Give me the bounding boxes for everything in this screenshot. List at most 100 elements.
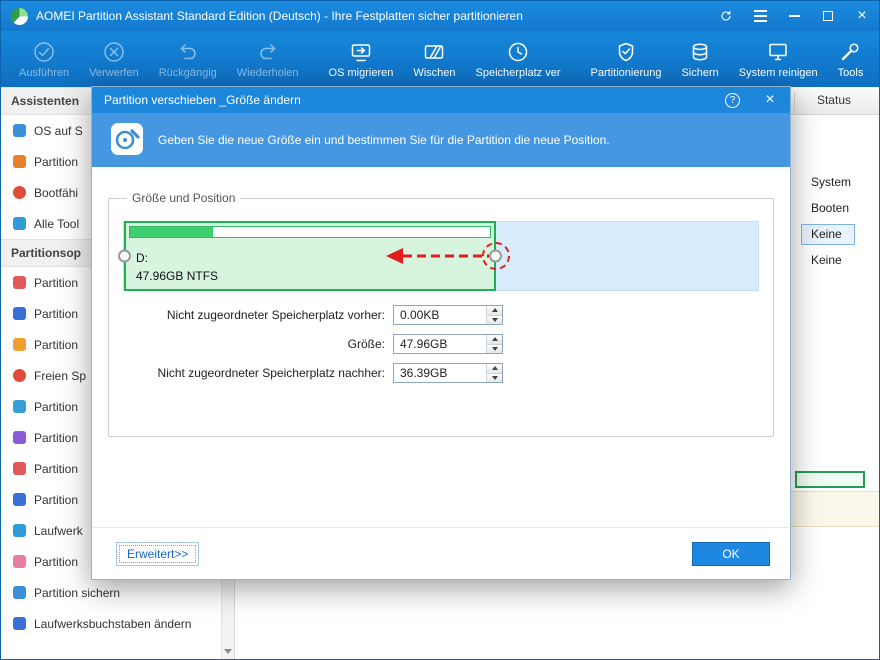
spin-down-button[interactable] — [487, 314, 502, 324]
spin-down-button[interactable] — [487, 372, 502, 382]
drag-target-ring-icon — [482, 242, 511, 270]
form-row: Nicht zugeordneter Speicherplatz nachher… — [121, 363, 761, 383]
partition-size-input[interactable]: 47.96GB — [393, 334, 503, 354]
dialog-close-button[interactable]: × — [756, 91, 784, 109]
groupbox-title: Größe und Position — [132, 191, 236, 205]
toolbar-label: Verwerfen — [89, 66, 139, 79]
scroll-down-icon[interactable] — [224, 649, 232, 654]
unallocated-before-input[interactable]: 0.00KB — [393, 305, 503, 325]
window-title: AOMEI Partition Assistant Standard Editi… — [36, 9, 523, 23]
undo-button[interactable]: Rückgängig — [149, 31, 227, 87]
ok-button[interactable]: OK — [692, 541, 770, 566]
form-row: Größe: 47.96GB — [121, 334, 761, 354]
partition-track: D: 47.96GB NTFS — [118, 221, 759, 291]
status-value: Keine — [811, 253, 842, 267]
input-value: 0.00KB — [400, 308, 440, 322]
sidebar-item-label: Partition — [34, 275, 79, 290]
wrench-icon — [842, 42, 860, 60]
form-row: Nicht zugeordneter Speicherplatz vorher:… — [121, 305, 761, 325]
toolbar-label: System reinigen — [738, 66, 818, 79]
backup-partition-icon — [13, 586, 26, 599]
sidebar-item-label: Partition — [34, 461, 79, 476]
database-icon — [692, 42, 708, 60]
migrate-os-button[interactable]: OS migrieren — [319, 31, 404, 87]
spin-up-button[interactable] — [487, 306, 502, 315]
status-value: Keine — [801, 224, 855, 245]
partition-d-block[interactable]: D: 47.96GB NTFS — [118, 221, 511, 291]
drive-letter-icon — [13, 617, 26, 630]
spin-up-button[interactable] — [487, 364, 502, 373]
unallocated-after-input[interactable]: 36.39GB — [393, 363, 503, 383]
dialog-header: Geben Sie die neue Größe ein und bestimm… — [92, 113, 790, 167]
tools-button[interactable]: Tools — [828, 31, 874, 87]
sidebar-item[interactable]: Partition sichern — [1, 577, 234, 608]
x-circle-icon — [104, 41, 124, 62]
clock-icon — [508, 42, 528, 61]
sidebar-item-label: Partition — [34, 430, 79, 445]
field-label: Größe: — [347, 337, 385, 351]
partition-name: D: — [136, 251, 148, 265]
minimize-button[interactable] — [777, 1, 811, 31]
wipe-disk-icon — [425, 44, 444, 59]
sidebar-item-label: Freien Sp — [34, 368, 87, 383]
apply-button[interactable]: Ausführen — [9, 31, 79, 87]
monitor-icon — [13, 124, 26, 137]
size-form: Nicht zugeordneter Speicherplatz vorher:… — [121, 305, 761, 383]
backup-button[interactable]: Sichern — [671, 31, 728, 87]
resize-handle-left[interactable] — [118, 249, 131, 263]
system-clean-button[interactable]: System reinigen — [729, 31, 828, 87]
copy-icon — [13, 400, 26, 413]
disc-icon — [13, 186, 26, 199]
disk-map-partition-block[interactable] — [795, 471, 865, 488]
resize-partition-dialog: Partition verschieben _Größe ändern ? × … — [91, 86, 791, 580]
format-icon — [13, 493, 26, 506]
system-monitor-icon — [769, 43, 787, 60]
sidebar-item-label: Partition — [34, 492, 79, 507]
toolbar-label: Sichern — [681, 66, 719, 79]
spin-up-button[interactable] — [487, 335, 502, 344]
sidebar-item-label: Partition — [34, 306, 79, 321]
help-icon[interactable]: ? — [725, 92, 740, 108]
spin-down-button[interactable] — [487, 343, 502, 353]
partitioning-button[interactable]: Partitionierung — [581, 31, 672, 87]
titlebar: AOMEI Partition Assistant Standard Editi… — [1, 1, 879, 31]
sidebar-item-label: Partition sichern — [34, 585, 121, 600]
dialog-title: Partition verschieben _Größe ändern — [104, 93, 301, 107]
dialog-body: Größe und Position D: 47.96GB NTFS Nicht… — [92, 167, 790, 527]
close-button[interactable]: × — [845, 1, 879, 31]
disk-map-unallocated-block — [783, 491, 879, 527]
sidebar-item-label: Partition — [34, 554, 79, 569]
dialog-titlebar: Partition verschieben _Größe ändern ? × — [92, 87, 790, 113]
sidebar-item-label: Partition — [34, 399, 79, 414]
maximize-button[interactable] — [811, 1, 845, 31]
sidebar-item-label: OS auf S — [34, 123, 83, 138]
toolbar-label: Ausführen — [19, 66, 70, 79]
refresh-icon[interactable] — [709, 1, 743, 31]
schedule-space-button[interactable]: Speicherplatz ver — [466, 31, 571, 87]
dialog-footer: Erweitert>> OK — [92, 527, 790, 579]
align-icon — [13, 431, 26, 444]
column-header-status[interactable]: Status — [817, 87, 851, 114]
redo-button[interactable]: Wiederholen — [227, 31, 309, 87]
sidebar-item-label: Bootfähi — [34, 185, 79, 200]
wipe-button[interactable]: Wischen — [403, 31, 465, 87]
spinner-buttons — [486, 306, 502, 324]
sidebar-item[interactable]: Laufwerksbuchstaben ändern — [1, 608, 234, 639]
discard-button[interactable]: Verwerfen — [79, 31, 149, 87]
field-label: Nicht zugeordneter Speicherplatz vorher: — [166, 308, 385, 322]
allocate-icon — [13, 369, 26, 382]
partition-dialog-icon — [110, 122, 144, 159]
menu-icon[interactable] — [743, 1, 777, 31]
migrate-disk-icon — [351, 43, 371, 61]
toolbar-label: OS migrieren — [328, 66, 394, 79]
used-space-fill — [130, 227, 213, 237]
advanced-button[interactable]: Erweitert>> — [116, 541, 200, 566]
toolbar: Ausführen Verwerfen Rückgängig Wiederhol… — [1, 31, 879, 87]
toolbar-label: Rückgängig — [158, 66, 217, 79]
spinner-buttons — [486, 364, 502, 382]
partition-info: 47.96GB NTFS — [136, 269, 219, 283]
sidebar-item-label: Partition — [34, 337, 79, 352]
drive-icon — [13, 524, 26, 537]
size-position-groupbox: Größe und Position D: 47.96GB NTFS Nicht… — [108, 191, 774, 437]
sidebar-item-label: Partition — [34, 154, 79, 169]
